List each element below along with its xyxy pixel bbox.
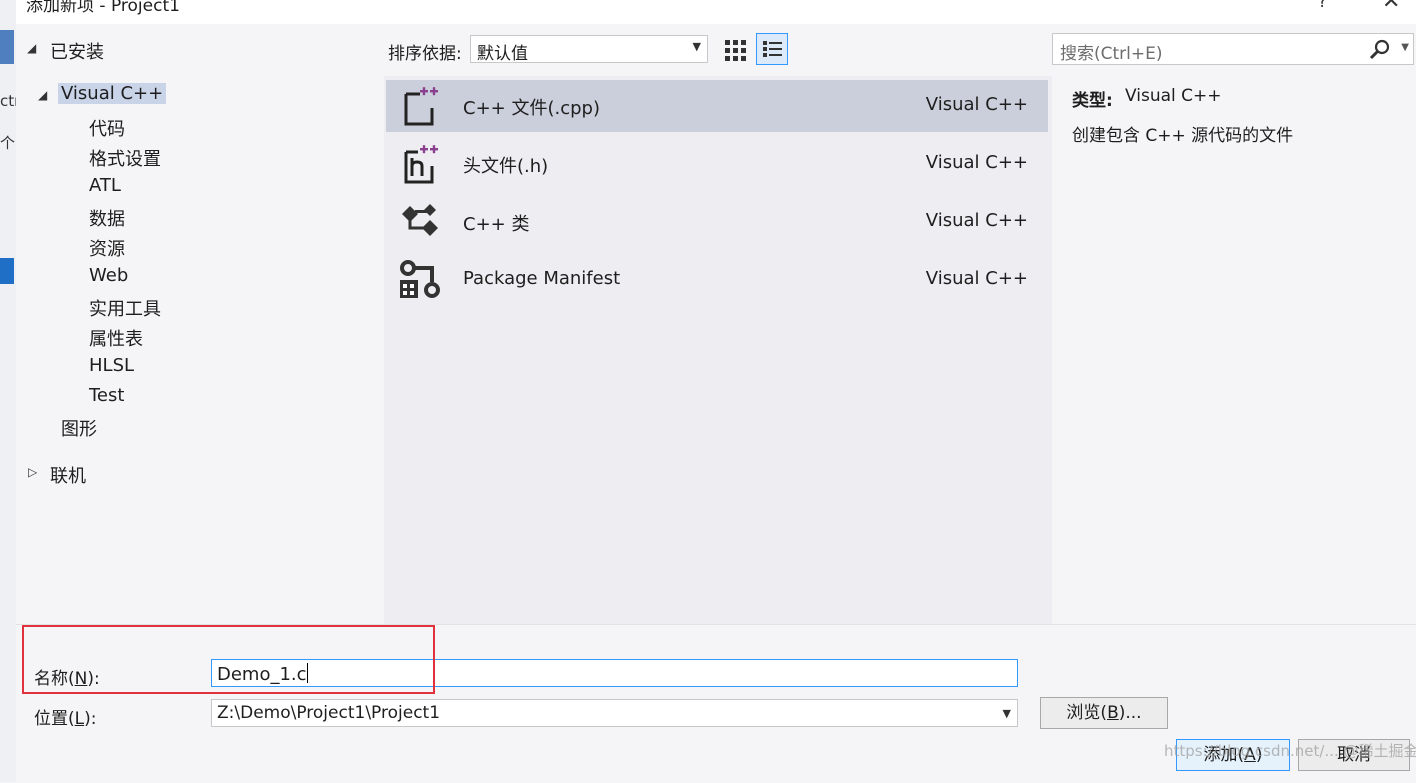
template-name: 头文件(.h) — [463, 156, 549, 177]
type-label: 类型: — [1072, 91, 1113, 111]
type-value: Visual C++ — [1125, 86, 1222, 106]
tree-node-code[interactable]: 代码 — [89, 115, 125, 141]
template-language: Visual C++ — [925, 268, 1028, 289]
chevron-down-icon[interactable]: ▼ — [1401, 42, 1409, 53]
template-name: C++ 类 — [463, 214, 530, 235]
search-input[interactable]: 搜索(Ctrl+E) ▼ — [1052, 33, 1414, 65]
sort-value: 默认值 — [477, 44, 528, 64]
background-tab — [0, 30, 14, 64]
location-dropdown[interactable]: Z:\Demo\Project1\Project1 ▼ — [211, 699, 1018, 727]
template-language: Visual C++ — [925, 94, 1028, 115]
tree-node-graphics[interactable]: 图形 — [61, 415, 97, 441]
tree-node-formatting[interactable]: 格式设置 — [89, 145, 161, 171]
search-placeholder: 搜索(Ctrl+E) — [1060, 44, 1163, 64]
sort-dropdown[interactable]: 默认值 ▼ — [470, 35, 708, 64]
chevron-down-icon: ▼ — [1002, 707, 1011, 720]
tree-node-installed[interactable]: 已安装 — [50, 38, 104, 64]
tree-node-hlsl[interactable]: HLSL — [89, 355, 134, 376]
package-manifest-icon — [398, 258, 442, 302]
watermark: https://blog.csdn.net/... @稀土掘金技术社区 — [1164, 742, 1416, 760]
template-language: Visual C++ — [925, 152, 1028, 173]
tree-node-data[interactable]: 数据 — [89, 205, 125, 231]
chevron-down-icon: ▼ — [692, 40, 701, 53]
template-name: Package Manifest — [463, 268, 621, 289]
location-value: Z:\Demo\Project1\Project1 — [217, 703, 441, 723]
expanded-arrow-icon[interactable]: ◢ — [38, 88, 47, 102]
tree-node-property-sheets[interactable]: 属性表 — [89, 325, 143, 351]
search-icon[interactable] — [1369, 39, 1391, 61]
template-description: 创建包含 C++ 源代码的文件 — [1072, 126, 1294, 146]
class-icon — [398, 200, 442, 244]
cpp-file-icon — [398, 84, 442, 128]
template-row-package-manifest[interactable]: Package Manifest Visual C++ — [386, 254, 1048, 306]
background-window-strip — [0, 0, 17, 782]
grid-view-icon[interactable] — [722, 37, 748, 63]
tree-node-utility[interactable]: 实用工具 — [89, 295, 161, 321]
background-text: 个 — [0, 134, 16, 152]
background-selection — [0, 258, 14, 284]
template-row-cpp-class[interactable]: C++ 类 Visual C++ — [386, 196, 1048, 248]
category-tree: ◢ 已安装 ◢ Visual C++ 代码 格式设置 ATL 数据 资源 Web… — [16, 24, 382, 624]
template-list: C++ 文件(.cpp) Visual C++ 头文件(.h) Visual C… — [384, 76, 1052, 624]
annotation-highlight-box — [22, 625, 435, 694]
expanded-arrow-icon[interactable]: ◢ — [27, 41, 36, 55]
collapsed-arrow-icon[interactable]: ▷ — [28, 465, 37, 479]
tree-node-test[interactable]: Test — [89, 385, 124, 406]
window-title: 添加新项 - Project1 — [26, 0, 180, 16]
browse-button[interactable]: 浏览(B)... — [1040, 697, 1168, 729]
template-name: C++ 文件(.cpp) — [463, 98, 600, 119]
tree-node-web[interactable]: Web — [89, 265, 128, 286]
list-view-icon[interactable] — [756, 33, 788, 65]
tree-node-online[interactable]: 联机 — [50, 462, 86, 488]
tree-node-resource[interactable]: 资源 — [89, 235, 125, 261]
details-panel: 类型: Visual C++ 创建包含 C++ 源代码的文件 — [1052, 76, 1416, 624]
tree-node-visual-cpp[interactable]: Visual C++ — [58, 83, 167, 104]
header-file-icon — [398, 142, 442, 186]
title-bar: 添加新项 - Project1 ? ✕ — [16, 0, 1416, 24]
close-button[interactable]: ✕ — [1382, 0, 1400, 14]
tree-node-atl[interactable]: ATL — [89, 175, 121, 196]
location-label: 位置(L): — [34, 709, 97, 729]
help-button[interactable]: ? — [1318, 0, 1327, 12]
template-language: Visual C++ — [925, 210, 1028, 231]
template-row-cpp-file[interactable]: C++ 文件(.cpp) Visual C++ — [386, 80, 1048, 132]
sort-label: 排序依据: — [388, 44, 462, 64]
template-row-header-file[interactable]: 头文件(.h) Visual C++ — [386, 138, 1048, 190]
